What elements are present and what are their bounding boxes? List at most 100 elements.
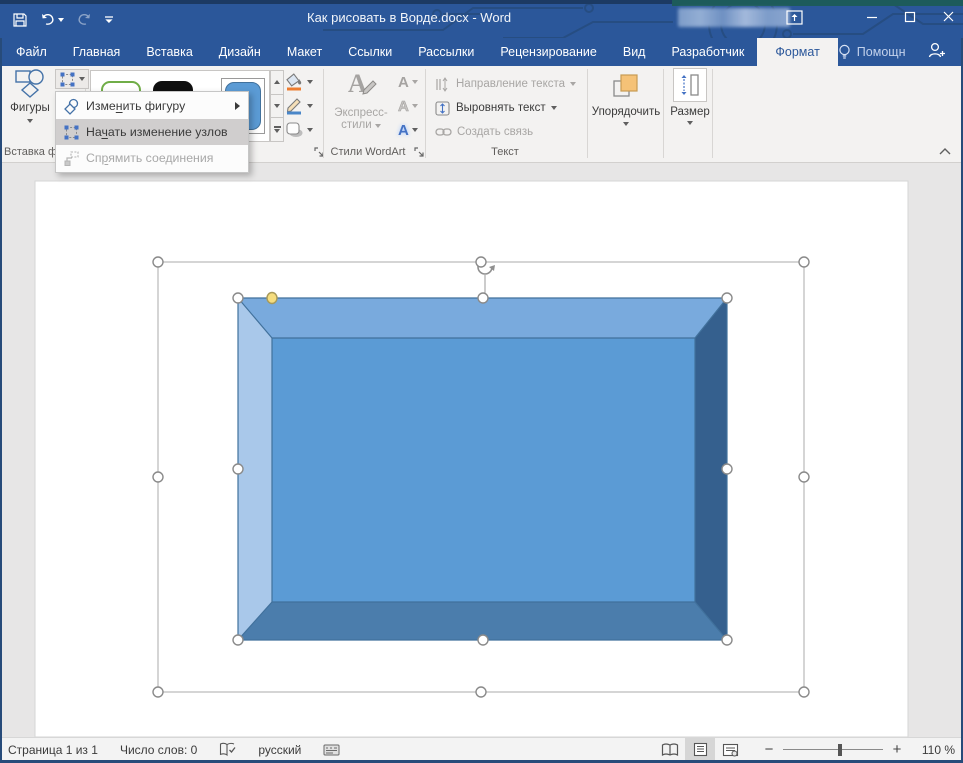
tab-insert[interactable]: Вставка — [133, 38, 205, 66]
align-text-button[interactable]: Выровнять текст — [435, 99, 557, 117]
bevel-frame-shape[interactable] — [238, 298, 727, 640]
size-button[interactable]: Размер — [667, 68, 713, 146]
text-effects-icon: А — [398, 123, 409, 138]
undo-button[interactable] — [40, 13, 64, 27]
ribbon-display-options-button[interactable] — [786, 10, 803, 30]
shape-handle-ne[interactable] — [722, 293, 732, 303]
wordart-dialog-launcher[interactable] — [413, 145, 425, 157]
quick-styles-caret-icon — [375, 124, 381, 128]
zoom-percentage[interactable]: 110 % — [907, 743, 955, 757]
tab-mailings[interactable]: Рассылки — [405, 38, 487, 66]
zoom-slider-thumb[interactable] — [838, 744, 842, 756]
minimize-button[interactable] — [866, 10, 878, 28]
shape-fill-button[interactable] — [285, 72, 313, 92]
size-caret-icon — [687, 121, 693, 125]
menu-item-edit-points[interactable]: Начать изменение узлов — [56, 119, 248, 145]
tab-home[interactable]: Главная — [60, 38, 134, 66]
print-layout-button[interactable] — [685, 738, 715, 762]
canvas-handle-sw[interactable] — [153, 687, 163, 697]
scroll-down-icon — [274, 104, 280, 108]
canvas-handle-s[interactable] — [476, 687, 486, 697]
text-direction-button[interactable]: Направление текста — [435, 75, 576, 93]
read-mode-button[interactable] — [655, 738, 685, 762]
shapes-caret-icon — [27, 119, 33, 123]
shape-handle-sw[interactable] — [233, 635, 243, 645]
wordart-group-label: Стили WordArt — [328, 146, 408, 158]
keyboard-layout-button[interactable] — [323, 743, 340, 757]
save-button[interactable] — [12, 12, 28, 28]
tab-view[interactable]: Вид — [610, 38, 659, 66]
tab-references[interactable]: Ссылки — [335, 38, 405, 66]
edit-shape-dropdown-menu: Изменить фигуру Начать изменение узлов С… — [55, 91, 249, 173]
tab-design[interactable]: Дизайн — [206, 38, 274, 66]
shape-handle-se[interactable] — [722, 635, 732, 645]
quick-styles-icon: A — [344, 68, 378, 102]
word-count[interactable]: Число слов: 0 — [120, 743, 197, 757]
text-group-label: Текст — [470, 146, 540, 158]
shape-handle-e[interactable] — [722, 464, 732, 474]
menu-item-label: Изменить фигуру — [86, 99, 185, 113]
shape-adjust-handle[interactable] — [267, 293, 277, 304]
gallery-more-button[interactable] — [270, 118, 284, 142]
shape-effects-button[interactable] — [285, 120, 313, 140]
gallery-scroll-down-button[interactable] — [270, 95, 284, 119]
menu-item-label: Спрямить соединения — [86, 151, 213, 165]
close-button[interactable] — [942, 10, 955, 28]
shape-handle-w[interactable] — [233, 464, 243, 474]
canvas-handle-nw[interactable] — [153, 257, 163, 267]
canvas-handle-se[interactable] — [799, 687, 809, 697]
text-fill-icon: А — [398, 75, 409, 90]
edit-shape-button[interactable] — [55, 69, 89, 89]
maximize-button[interactable] — [904, 10, 916, 28]
menu-item-reroute-connectors[interactable]: Спрямить соединения — [56, 145, 248, 171]
canvas-handle-ne[interactable] — [799, 257, 809, 267]
shape-effects-caret-icon — [307, 128, 313, 132]
menu-item-label: Начать изменение узлов — [86, 125, 228, 139]
gallery-scroll-up-button[interactable] — [270, 70, 284, 95]
bevel-bottom-face — [238, 602, 727, 640]
zoom-slider[interactable] — [783, 749, 883, 750]
align-text-label: Выровнять текст — [456, 102, 546, 114]
zoom-out-button[interactable]: − — [759, 741, 779, 758]
person-add-icon — [927, 42, 947, 58]
canvas-handle-e[interactable] — [799, 472, 809, 482]
help-assistant-button[interactable]: Помощн — [838, 44, 906, 60]
tab-layout[interactable]: Макет — [274, 38, 335, 66]
align-text-caret-icon — [551, 106, 557, 110]
gallery-scrollbar — [270, 70, 284, 142]
customize-qat-button[interactable] — [104, 14, 114, 26]
undo-caret-icon — [58, 18, 64, 22]
tab-developer[interactable]: Разработчик — [658, 38, 757, 66]
group-divider — [425, 69, 426, 158]
web-layout-button[interactable] — [715, 738, 745, 762]
collapse-ribbon-button[interactable] — [936, 144, 954, 158]
redo-button[interactable] — [76, 13, 92, 27]
more-icon — [274, 126, 281, 128]
shapes-button[interactable]: Фигуры — [6, 68, 54, 146]
tab-format[interactable]: Формат — [757, 38, 837, 66]
page-indicator[interactable]: Страница 1 из 1 — [8, 743, 98, 757]
shape-handle-nw[interactable] — [233, 293, 243, 303]
text-effects-button[interactable]: А — [398, 120, 418, 140]
zoom-in-button[interactable]: + — [887, 741, 907, 758]
shape-handle-s[interactable] — [478, 635, 488, 645]
text-fill-caret-icon — [412, 80, 418, 84]
menu-item-change-shape[interactable]: Изменить фигуру — [56, 93, 248, 119]
canvas-handle-n[interactable] — [476, 257, 486, 267]
create-link-label: Создать связь — [457, 126, 533, 138]
create-link-button[interactable]: Создать связь — [435, 123, 533, 141]
share-button[interactable] — [927, 42, 947, 63]
canvas-handle-w[interactable] — [153, 472, 163, 482]
tab-file[interactable]: Файл — [3, 38, 60, 66]
proofing-status-button[interactable] — [219, 742, 236, 757]
language-indicator[interactable]: русский — [258, 743, 301, 757]
arrange-button[interactable]: Упорядочить — [593, 68, 659, 146]
submenu-arrow-icon — [235, 102, 240, 110]
text-outline-button[interactable]: А — [398, 96, 418, 116]
quick-styles-button[interactable]: A Экспресс- стили — [330, 68, 392, 146]
text-fill-button[interactable]: А — [398, 72, 418, 92]
shape-outline-button[interactable] — [285, 96, 313, 116]
shape-handle-n[interactable] — [478, 293, 488, 303]
window-title: Как рисовать в Ворде.docx - Word — [307, 10, 511, 25]
tab-review[interactable]: Рецензирование — [487, 38, 610, 66]
